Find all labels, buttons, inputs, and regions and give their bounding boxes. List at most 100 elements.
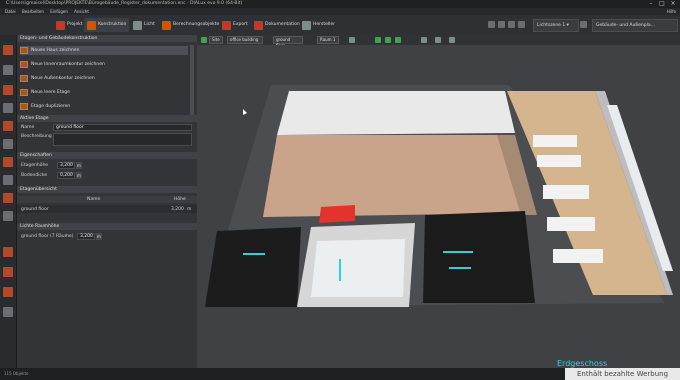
layers-icon[interactable] — [449, 37, 455, 43]
toolbar-icon[interactable] — [518, 21, 525, 28]
home-icon[interactable] — [201, 37, 207, 43]
ribbon: Projekt Konstruktion Licht Berechnungsob… — [0, 15, 680, 36]
inner-contour-icon — [20, 61, 28, 68]
column-tool-icon[interactable] — [3, 175, 13, 185]
action-duplicate-floor[interactable]: Etage duplizieren — [20, 102, 188, 111]
breadcrumb-floor[interactable]: ground floor — [273, 36, 303, 48]
light-icon — [133, 20, 142, 30]
tab-documentation[interactable]: Dokumentation — [254, 18, 300, 32]
action-draw-inner-contour[interactable]: Neue Innenraumkontur zeichnen — [20, 60, 188, 69]
view-select[interactable]: Gebäude- und Außenpla... — [592, 19, 678, 32]
snap-icon[interactable] — [375, 37, 381, 43]
roof-tool-icon[interactable] — [3, 139, 13, 149]
calc-objects-icon — [162, 20, 171, 30]
title-bar: C:\Users\gmaisel\Desktop\PROJEKTE\Büroge… — [0, 0, 680, 8]
row-name: ground floor — [21, 207, 49, 212]
floor-tool-icon[interactable] — [3, 45, 13, 55]
action-draw-outer-contour[interactable]: Neue Außenkontur zeichnen — [20, 74, 188, 83]
export-icon — [222, 20, 231, 30]
breadcrumb-building[interactable]: office building — [227, 36, 263, 44]
clear-height-field[interactable]: 3,200 — [77, 233, 95, 240]
panel-scrollbar[interactable] — [190, 45, 194, 115]
cutout-tool-icon[interactable] — [3, 211, 13, 221]
project-icon — [56, 20, 65, 30]
clear-height-name: ground floor (7 Räume) — [21, 234, 74, 239]
left-toolbar — [0, 35, 17, 368]
section-header: Eigenschaften — [17, 152, 197, 159]
tab-label: Dokumentation — [265, 22, 300, 27]
beam-tool-icon[interactable] — [3, 193, 13, 203]
zoom-fit-icon[interactable] — [421, 37, 427, 43]
material-tool-icon[interactable] — [3, 267, 13, 277]
toolbar-icon[interactable] — [508, 21, 515, 28]
breadcrumb-room[interactable]: Raum 1 — [317, 36, 339, 44]
ad-banner[interactable]: Enthält bezahlte Werbung — [565, 368, 680, 380]
action-label: Etage duplizieren — [31, 104, 71, 109]
menu-file[interactable]: Datei — [5, 9, 16, 14]
toolbar-icon[interactable] — [488, 21, 495, 28]
unit-label: m — [96, 233, 102, 240]
properties-panel: Etagen- und Gebäudekonstruktion Neues Ha… — [17, 35, 197, 368]
tab-label: Berechnungsobjekte — [173, 22, 220, 27]
new-floor-icon — [20, 89, 28, 96]
duplicate-floor-icon — [20, 103, 28, 110]
unit-label: m — [76, 162, 82, 169]
row-unit: m — [187, 207, 192, 212]
grid-icon[interactable] — [385, 37, 391, 43]
tab-construction[interactable]: Konstruktion — [84, 18, 130, 32]
room-tool-icon[interactable] — [3, 65, 13, 75]
maximize-icon[interactable]: □ — [657, 0, 667, 8]
menu-edit[interactable]: Bearbeiten — [22, 9, 44, 14]
stair-tool-icon[interactable] — [3, 157, 13, 167]
floor-thickness-field[interactable]: 0,200 — [57, 172, 75, 179]
window-title: C:\Users\gmaisel\Desktop\PROJEKTE\Büroge… — [6, 1, 243, 6]
tab-label: Hersteller — [313, 22, 335, 27]
view-mode-icon[interactable] — [349, 37, 355, 43]
menu-view[interactable]: Ansicht — [74, 9, 89, 14]
description-field[interactable] — [53, 133, 192, 146]
lightscene-value: Lichtszene 1 — [537, 23, 566, 28]
wall-tool-icon[interactable] — [3, 85, 13, 95]
col-height: Höhe — [174, 197, 186, 202]
action-label: Neue Innenraumkontur zeichnen — [31, 62, 105, 67]
toolbar-icon[interactable] — [580, 21, 587, 28]
house-icon — [20, 47, 28, 54]
floor-height-label: Etagenhöhe — [21, 163, 49, 168]
camera-icon[interactable] — [435, 37, 441, 43]
tab-label: Konstruktion — [98, 22, 127, 27]
menu-insert[interactable]: Einfügen — [50, 9, 68, 14]
breadcrumb-site[interactable]: Site — [209, 36, 223, 44]
window-tool-icon[interactable] — [3, 287, 13, 297]
tab-project[interactable]: Projekt — [56, 18, 83, 32]
documentation-icon — [254, 20, 263, 30]
menu-help[interactable]: Hilfe — [667, 8, 676, 15]
tab-export[interactable]: Export — [222, 18, 248, 32]
furniture-tool-icon[interactable] — [3, 247, 13, 257]
construction-icon — [87, 20, 96, 30]
ceiling-tool-icon[interactable] — [3, 121, 13, 131]
tab-calc-objects[interactable]: Berechnungsobjekte — [162, 18, 219, 32]
tab-light[interactable]: Licht — [133, 18, 155, 32]
lightscene-select[interactable]: Lichtszene 1 ▾ — [533, 19, 579, 32]
section-header: Aktive Etage — [17, 115, 197, 122]
action-draw-house[interactable]: Neues Haus zeichnen — [20, 46, 188, 55]
3d-viewport[interactable]: Site office building ground floor Raum 1 — [197, 35, 680, 368]
tab-manufacturer[interactable]: Hersteller — [302, 18, 335, 32]
close-icon[interactable]: × — [668, 0, 678, 8]
opening-tool-icon[interactable] — [3, 103, 13, 113]
status-left: 115 Objekte — [4, 371, 29, 376]
name-label: Name — [21, 125, 35, 130]
table-row[interactable]: ground floor 3,200 m — [17, 205, 197, 213]
action-new-floor[interactable]: Neue leere Etage — [20, 88, 188, 97]
minimize-icon[interactable]: – — [646, 0, 656, 8]
door-tool-icon[interactable] — [3, 307, 13, 317]
unit-label: m — [76, 172, 82, 179]
toolbar-icon[interactable] — [498, 21, 505, 28]
manufacturer-icon — [302, 20, 311, 30]
floor-name-field[interactable]: ground floor — [53, 124, 192, 131]
section-header: Etagenübersicht — [17, 186, 197, 193]
ortho-icon[interactable] — [395, 37, 401, 43]
floor-height-field[interactable]: 3,200 — [57, 162, 75, 169]
tab-label: Export — [233, 22, 248, 27]
viewport-toolbar: Site office building ground floor Raum 1 — [197, 35, 680, 48]
